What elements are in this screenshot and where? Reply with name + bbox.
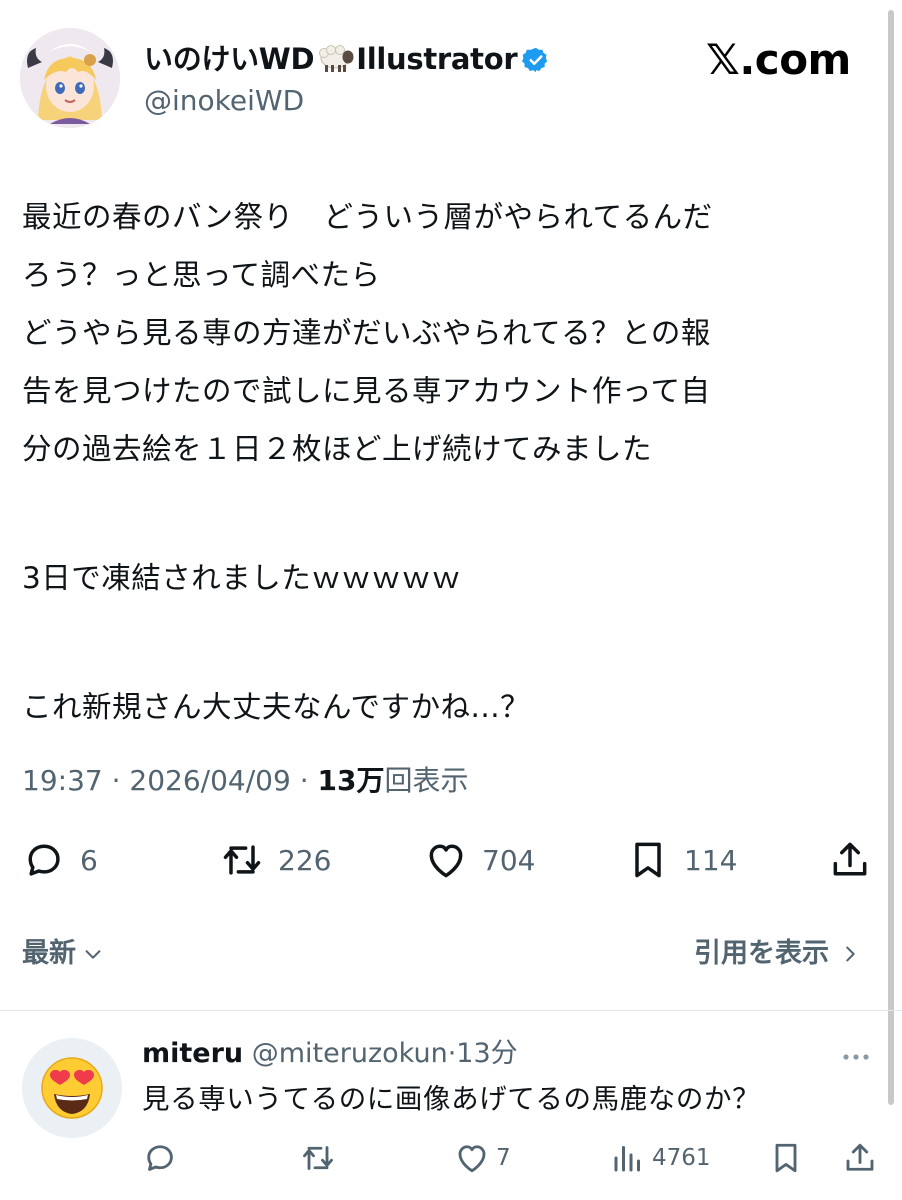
view-quotes-link[interactable]: 引用を表示 — [694, 936, 861, 972]
x-com-logo: 𝕏.com — [706, 35, 851, 84]
tweet-text: 最近の春のバン祭り どういう層がやられてるんだ ろう？っと思って調べたら どうや… — [22, 188, 874, 736]
tweet-text-line: 最近の春のバン祭り どういう層がやられてるんだ — [22, 200, 713, 234]
reply-like-count: 7 — [496, 1145, 511, 1171]
share-button[interactable] — [828, 838, 872, 882]
reply-text: 見る専いうてるのに画像あげてるの馬鹿なのか？ — [142, 1083, 761, 1115]
chevron-right-icon — [846, 946, 855, 962]
author-handle[interactable]: @inokeiWD — [144, 84, 304, 118]
heart-eyes-emoji-icon — [41, 1057, 103, 1119]
sort-label: 最新 — [22, 938, 76, 969]
heart-icon — [458, 1145, 486, 1173]
reply-like-button[interactable]: 7 — [454, 1140, 511, 1176]
views-count: 13万 — [317, 764, 385, 797]
meta-separator: · — [290, 764, 318, 797]
views-chart-icon — [614, 1146, 640, 1172]
bookmark-button[interactable]: 114 — [626, 838, 737, 882]
like-button[interactable]: 704 — [424, 838, 535, 882]
tweet-text-line: 告を見つけたので試しに見る専アカウント作って自 — [22, 374, 711, 408]
tweet-text-line: 分の過去絵を１日２枚ほど上げ続けてみました — [22, 432, 653, 466]
section-divider — [0, 1010, 902, 1011]
tweet-text-line: どうやら見る専の方達がだいぶやられてる？との報 — [22, 316, 711, 350]
reply-repost-button[interactable] — [300, 1140, 336, 1176]
reply-button[interactable]: 6 — [22, 838, 98, 882]
heart-icon — [429, 844, 463, 878]
reply-views-button[interactable]: 4761 — [610, 1140, 711, 1176]
reply-count: 6 — [80, 843, 98, 877]
author-display-name[interactable]: いのけいWD Illustrator — [144, 40, 550, 78]
reply-avatar[interactable] — [22, 1038, 122, 1138]
repost-count: 226 — [278, 843, 332, 877]
sort-dropdown[interactable]: 最新 — [22, 936, 104, 972]
reply-reply-button[interactable] — [142, 1140, 178, 1176]
tweet-text-line: ろう？っと思って調べたら — [22, 258, 381, 292]
scrollbar[interactable] — [888, 10, 894, 1105]
view-quotes-label: 引用を表示 — [694, 938, 829, 969]
repost-icon — [223, 845, 261, 875]
author-avatar[interactable] — [20, 28, 120, 128]
tweet-time[interactable]: 19:37 — [22, 764, 103, 797]
reply-header: miteru @miteruzokun·13分 — [142, 1036, 518, 1072]
verified-badge-icon[interactable] — [522, 46, 550, 74]
like-count: 704 — [482, 843, 536, 877]
reply-separator: · — [447, 1038, 457, 1069]
reply-bookmark-button[interactable] — [768, 1140, 804, 1176]
tweet-text-line: 3日で凍結されましたｗｗｗｗｗ — [22, 561, 462, 595]
sheep-icon — [319, 45, 354, 72]
author-name-suffix: Illustrator — [356, 42, 518, 76]
reply-views-count: 4761 — [652, 1145, 711, 1171]
views-label: 回表示 — [384, 764, 469, 797]
reply-author-handle[interactable]: @miteruzokun — [252, 1038, 448, 1069]
bookmark-icon — [635, 842, 661, 878]
share-icon — [846, 1143, 874, 1171]
more-options-icon[interactable] — [842, 1052, 870, 1062]
bookmark-count: 114 — [684, 843, 738, 877]
reply-share-button[interactable] — [842, 1140, 878, 1176]
author-avatar-image — [20, 28, 120, 128]
chevron-down-icon — [85, 950, 101, 959]
share-icon — [833, 842, 867, 876]
tweet-meta: 19:37 · 2026/04/09 · 13万回表示 — [22, 762, 468, 800]
repost-button[interactable]: 226 — [220, 838, 331, 882]
repost-icon — [303, 1146, 333, 1170]
tweet-date[interactable]: 2026/04/09 — [129, 764, 290, 797]
meta-separator: · — [102, 764, 130, 797]
reply-icon — [28, 844, 60, 876]
tweet-text-line: これ新規さん大丈夫なんですかね...？ — [22, 690, 531, 724]
reply-icon — [147, 1145, 173, 1171]
reply-time[interactable]: 13分 — [456, 1038, 517, 1069]
bookmark-icon — [775, 1143, 797, 1173]
author-name-text: いのけいWD — [144, 42, 315, 76]
reply-author-name[interactable]: miteru — [142, 1038, 243, 1069]
